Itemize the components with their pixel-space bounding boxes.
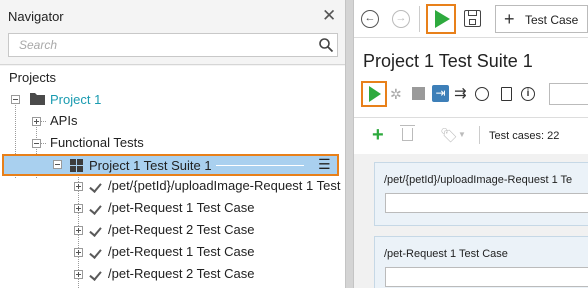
test-case-description-field[interactable] <box>385 267 588 287</box>
plus-icon: + <box>504 9 515 29</box>
sequential-run-icon[interactable]: ⇥ <box>432 85 449 102</box>
back-icon[interactable]: ← <box>361 10 379 28</box>
stop-icon <box>412 87 425 100</box>
toolbar-divider <box>419 6 420 32</box>
tree-item-test-case[interactable]: /pet/{petId}/uploadImage-Request 1 Test <box>108 178 340 193</box>
collapse-toggle[interactable] <box>32 139 41 148</box>
tree-item-apis[interactable]: APIs <box>50 113 77 128</box>
close-icon[interactable]: ✕ <box>322 7 336 25</box>
drag-guide-line <box>216 165 304 166</box>
grid-icon <box>70 159 83 172</box>
collapse-toggle[interactable] <box>11 95 20 104</box>
navigator-panel: Navigator ✕ Projects Project 1 APIs Func… <box>0 0 345 288</box>
play-icon <box>435 10 450 28</box>
tree-root-label: Projects <box>9 70 56 85</box>
test-case-card[interactable]: /pet-Request 1 Test Case <box>374 236 588 288</box>
run-button[interactable] <box>426 4 456 34</box>
search-input[interactable] <box>9 34 309 56</box>
add-test-case-label: Test Case <box>525 13 579 27</box>
menu-icon[interactable]: ☰ <box>318 156 331 173</box>
save-icon[interactable] <box>464 10 481 27</box>
add-icon[interactable]: + <box>372 124 384 147</box>
test-case-card[interactable]: /pet/{petId}/uploadImage-Request 1 Te <box>374 162 588 226</box>
play-icon <box>369 86 381 102</box>
forward-icon: → <box>392 10 410 28</box>
document-icon[interactable] <box>501 87 512 101</box>
project-tree: Projects Project 1 APIs Functional Tests… <box>0 66 345 288</box>
panel-splitter[interactable] <box>345 0 354 288</box>
collapse-toggle[interactable] <box>53 160 62 169</box>
test-cases-list: /pet/{petId}/uploadImage-Request 1 Te /p… <box>354 154 588 288</box>
test-case-count: Test cases: 22 <box>489 130 560 142</box>
tree-item-project[interactable]: Project 1 <box>50 92 101 107</box>
main-toolbar: ← → + Test Case <box>354 0 588 38</box>
search-icon[interactable] <box>318 37 334 53</box>
check-icon <box>90 203 104 215</box>
debug-icon: ✲ <box>390 86 402 102</box>
test-case-name: /pet/{petId}/uploadImage-Request 1 Te <box>384 174 573 186</box>
tree-item-suite-label: Project 1 Test Suite 1 <box>89 158 212 173</box>
tree-item-test-case[interactable]: /pet-Request 1 Test Case <box>108 200 254 215</box>
page-title: Project 1 Test Suite 1 <box>363 51 533 71</box>
delete-icon <box>400 125 415 141</box>
add-test-case-button[interactable]: + Test Case <box>495 5 588 33</box>
tree-item-test-case[interactable]: /pet-Request 1 Test Case <box>108 244 254 259</box>
parallel-run-icon[interactable]: ⇉ <box>454 84 467 102</box>
chevron-down-icon: ▼ <box>458 130 466 139</box>
test-cases-toolbar: + 🏷 ▼ Test cases: 22 <box>354 118 588 154</box>
test-case-name: /pet-Request 1 Test Case <box>384 248 508 260</box>
divider <box>0 64 345 65</box>
check-icon <box>90 247 104 259</box>
expand-toggle[interactable] <box>74 226 83 235</box>
expand-toggle[interactable] <box>74 270 83 279</box>
check-icon <box>90 225 104 237</box>
test-case-description-field[interactable] <box>385 193 588 213</box>
check-icon <box>90 269 104 281</box>
expand-toggle[interactable] <box>74 204 83 213</box>
editor-panel: ← → + Test Case Project 1 Test Suite 1 ✲… <box>354 0 588 288</box>
tree-item-functional-tests[interactable]: Functional Tests <box>50 135 144 150</box>
folder-icon <box>30 93 45 105</box>
navigator-title: Navigator <box>8 9 64 24</box>
gauge-icon[interactable] <box>475 87 489 101</box>
tag-icon: 🏷 <box>440 127 458 143</box>
search-box <box>8 33 338 57</box>
expand-toggle[interactable] <box>32 117 41 126</box>
check-icon <box>90 181 104 193</box>
expand-toggle[interactable] <box>74 182 83 191</box>
expand-toggle[interactable] <box>74 248 83 257</box>
info-icon[interactable]: i <box>521 87 535 101</box>
suite-input-field[interactable] <box>549 83 588 105</box>
run-suite-button[interactable] <box>361 81 387 107</box>
toolbar-divider <box>479 126 480 144</box>
tree-item-test-case[interactable]: /pet-Request 2 Test Case <box>108 266 254 281</box>
tree-item-suite-selected[interactable]: Project 1 Test Suite 1 ☰ <box>2 154 339 176</box>
tree-item-test-case[interactable]: /pet-Request 2 Test Case <box>108 222 254 237</box>
